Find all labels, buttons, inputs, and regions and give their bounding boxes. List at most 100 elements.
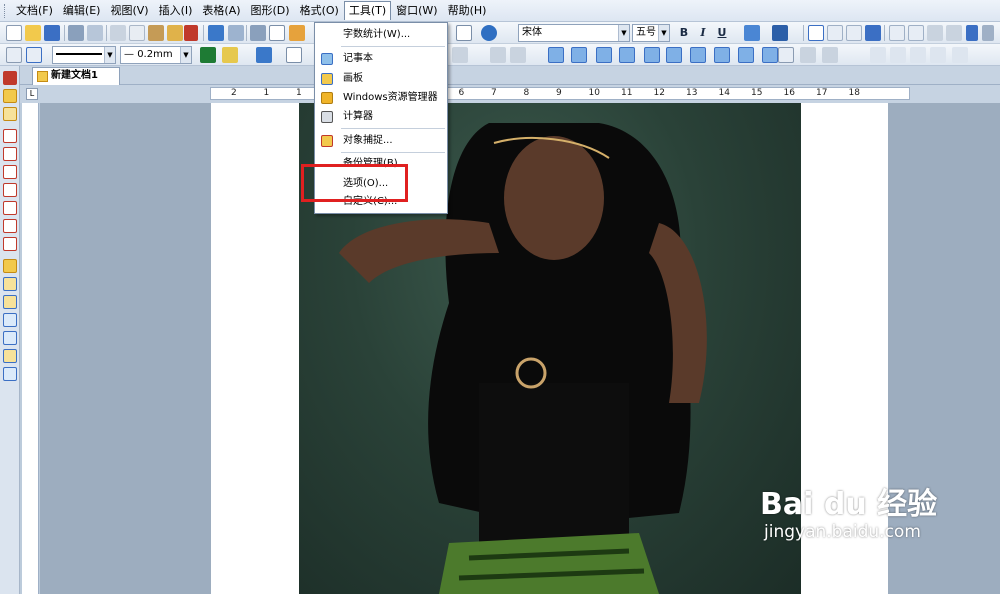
snap-quadrant-icon[interactable] xyxy=(3,219,17,233)
indent-increase-icon[interactable] xyxy=(946,25,962,41)
indent-decrease-icon[interactable] xyxy=(927,25,943,41)
table-grid-icon[interactable] xyxy=(269,25,285,41)
bold-button[interactable]: B xyxy=(676,25,692,41)
lock-icon[interactable] xyxy=(3,107,17,121)
menu-calculator[interactable]: 计算器 xyxy=(315,107,447,127)
lightning-icon[interactable] xyxy=(3,89,17,103)
italic-button[interactable]: I xyxy=(695,25,711,41)
snap-center-icon[interactable] xyxy=(3,183,17,197)
redo-icon[interactable] xyxy=(228,25,244,41)
ungroup-icon[interactable] xyxy=(690,47,706,63)
menu-paint[interactable]: 画板 xyxy=(315,69,447,89)
print-preview-icon[interactable] xyxy=(87,25,103,41)
edit-frame-icon[interactable] xyxy=(26,47,42,63)
magnet-icon[interactable] xyxy=(3,71,17,85)
table-split-icon[interactable] xyxy=(490,47,506,63)
snap-grid-icon[interactable] xyxy=(3,313,17,327)
menu-insert[interactable]: 插入(I) xyxy=(154,2,198,20)
new-document-icon[interactable] xyxy=(6,25,22,41)
window-frame-icon[interactable] xyxy=(286,47,302,63)
snap-insert-icon[interactable] xyxy=(3,367,17,381)
snap-midpoint-icon[interactable] xyxy=(3,165,17,179)
pen-color-icon[interactable] xyxy=(200,47,216,63)
shape-fill-icon[interactable] xyxy=(256,47,272,63)
brush-icon[interactable] xyxy=(184,25,198,41)
menubar-grip[interactable] xyxy=(4,3,7,18)
menu-view[interactable]: 视图(V) xyxy=(105,2,153,20)
menu-window[interactable]: 窗口(W) xyxy=(391,2,442,20)
cut-icon[interactable] xyxy=(110,25,126,41)
print-icon[interactable] xyxy=(68,25,84,41)
menu-format[interactable]: 格式(O) xyxy=(295,2,344,20)
hand-icon[interactable] xyxy=(289,25,305,41)
menu-edit[interactable]: 编辑(E) xyxy=(58,2,106,20)
layer-top-icon[interactable] xyxy=(571,47,587,63)
paste-icon[interactable] xyxy=(148,25,164,41)
rotate-icon[interactable] xyxy=(714,47,730,63)
vertical-ruler[interactable] xyxy=(22,103,39,594)
bullet-list-icon[interactable] xyxy=(889,25,905,41)
snap-extension-icon[interactable] xyxy=(3,331,17,345)
move-left-icon[interactable] xyxy=(870,47,886,63)
table-sort-icon[interactable] xyxy=(510,47,526,63)
underline-button[interactable]: U xyxy=(714,25,730,41)
help-icon[interactable] xyxy=(481,25,497,41)
layer-up-icon[interactable] xyxy=(548,47,564,63)
image-frame-icon[interactable] xyxy=(778,47,794,63)
menu-object-snap[interactable]: 对象捕捉... xyxy=(315,131,447,151)
open-folder-icon[interactable] xyxy=(25,25,41,41)
line-width-select[interactable]: — 0.2mm ▼ xyxy=(120,46,192,64)
move-right-icon[interactable] xyxy=(890,47,906,63)
move-up-icon[interactable] xyxy=(910,47,926,63)
align-right-icon[interactable] xyxy=(846,25,862,41)
numbered-list-icon[interactable] xyxy=(908,25,924,41)
snap-intersection-icon[interactable] xyxy=(3,237,17,251)
line-spacing-icon[interactable] xyxy=(966,25,978,41)
layer-down-icon[interactable] xyxy=(596,47,612,63)
paragraph-mark-icon[interactable] xyxy=(456,25,472,41)
more-tools-icon[interactable] xyxy=(982,25,994,41)
text-wrap-icon[interactable] xyxy=(800,47,816,63)
menu-word-count[interactable]: 字数统计(W)... xyxy=(315,25,447,45)
snap-point-icon[interactable] xyxy=(3,129,17,143)
menu-tools[interactable]: 工具(T) xyxy=(343,1,392,20)
menu-help[interactable]: 帮助(H) xyxy=(443,2,492,20)
menu-file[interactable]: 文档(F) xyxy=(11,2,58,20)
menu-table[interactable]: 表格(A) xyxy=(197,2,245,20)
format-painter-icon[interactable] xyxy=(167,25,183,41)
font-name-select[interactable]: 宋体 ▼ xyxy=(518,24,630,42)
flip-icon[interactable] xyxy=(738,47,754,63)
menu-windows-explorer[interactable]: Windows资源管理器 xyxy=(315,88,447,108)
document-tab[interactable]: 新建文档1 xyxy=(32,67,120,85)
group-icon[interactable] xyxy=(666,47,682,63)
distribute-icon[interactable] xyxy=(644,47,660,63)
snap-node-icon[interactable] xyxy=(3,201,17,215)
align-objects-icon[interactable] xyxy=(619,47,635,63)
crop-icon[interactable] xyxy=(762,47,778,63)
copy-icon[interactable] xyxy=(129,25,145,41)
snap-nearest-icon[interactable] xyxy=(3,349,17,363)
tab-stop-selector[interactable]: L xyxy=(26,88,38,100)
snap-tangent-icon[interactable] xyxy=(3,259,17,273)
object-props-icon[interactable] xyxy=(822,47,838,63)
move-down-icon[interactable] xyxy=(930,47,946,63)
link-icon[interactable] xyxy=(250,25,266,41)
align-center-icon[interactable] xyxy=(827,25,843,41)
table-insert-icon[interactable] xyxy=(452,47,468,63)
snap-perpendicular-icon[interactable] xyxy=(3,277,17,291)
font-color-icon[interactable] xyxy=(772,25,788,41)
align-left-icon[interactable] xyxy=(808,25,824,41)
toolbar-options-icon[interactable] xyxy=(952,47,968,63)
highlight-icon[interactable] xyxy=(744,25,760,41)
fill-color-icon[interactable] xyxy=(222,47,238,63)
font-size-select[interactable]: 五号 ▼ xyxy=(632,24,670,42)
snap-parallel-icon[interactable] xyxy=(3,295,17,309)
undo-icon[interactable] xyxy=(208,25,224,41)
save-icon[interactable] xyxy=(44,25,60,41)
menu-notepad[interactable]: 记事本 xyxy=(315,49,447,69)
menu-graphics[interactable]: 图形(D) xyxy=(246,2,295,20)
text-box-icon[interactable] xyxy=(6,47,22,63)
justify-icon[interactable] xyxy=(865,25,881,41)
snap-endpoint-icon[interactable] xyxy=(3,147,17,161)
line-style-select[interactable]: ▼ xyxy=(52,46,116,64)
